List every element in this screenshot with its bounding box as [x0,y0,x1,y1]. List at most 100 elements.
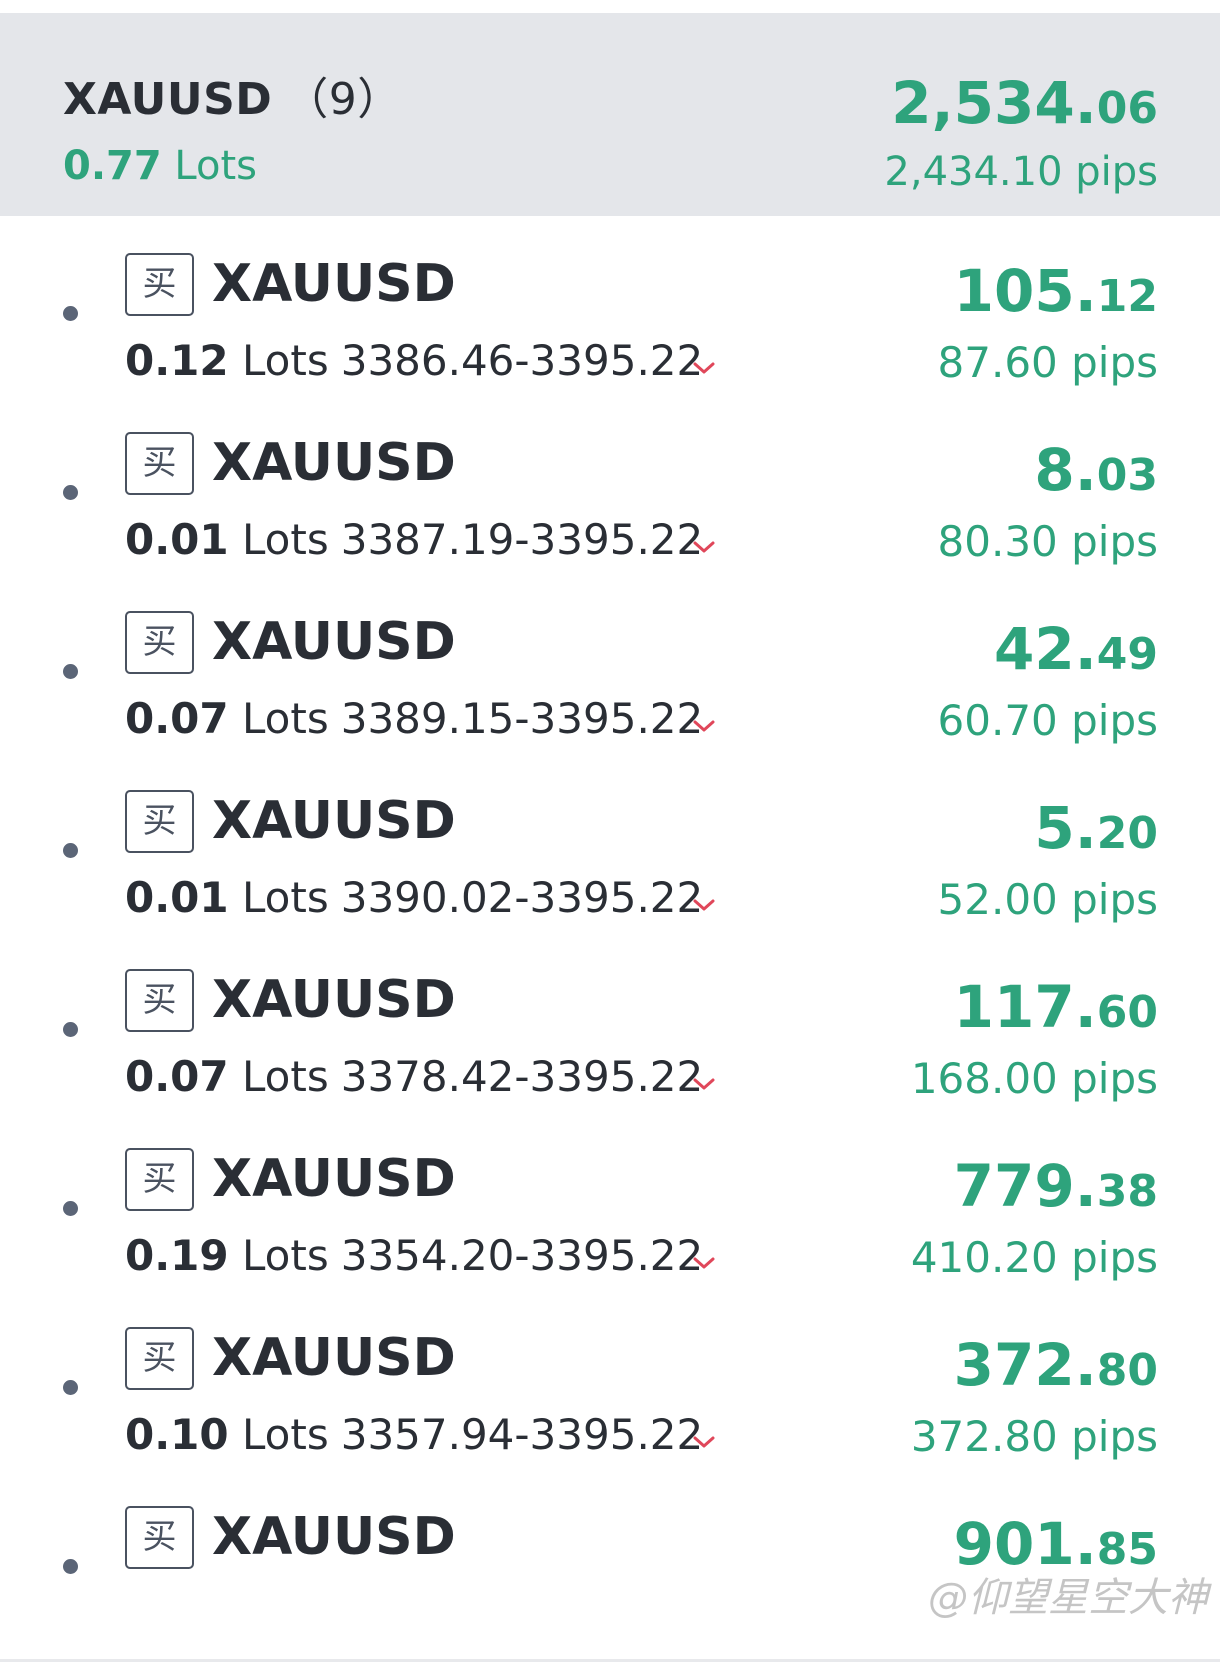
price-range: 3378.42-3395.22 [340,1052,704,1101]
group-profit-dec: 06 [1096,83,1158,134]
position-detail: 0.07 Lots 3378.42-3395.22 [125,1050,703,1104]
position-detail: 0.10 Lots 3357.94-3395.22 [125,1408,703,1462]
position-lots-unit: Lots [242,515,329,564]
bullet-dot [63,1559,78,1574]
bullet-dot [63,664,78,679]
side-badge: 买 [125,1506,194,1569]
chevron-down-icon[interactable] [692,898,716,912]
side-badge: 买 [125,253,194,316]
position-detail: 0.01 Lots 3387.19-3395.22 [125,513,703,567]
position-row[interactable]: 买 XAUUSD 0.10 Lots 3357.94-3395.22 372.80 372… [0,1293,1220,1483]
position-row[interactable]: 买 XAUUSD 0.01 Lots 3390.02-3395.22 5.20 52.00… [0,756,1220,946]
position-detail: 0.07 Lots 3389.15-3395.22 [125,692,703,746]
group-pips: 2,434.10 pips [884,149,1158,195]
position-profit: 117.60 [954,975,1158,1045]
profit-int: 779. [953,1152,1097,1220]
group-lots-value: 0.77 [63,143,162,189]
profit-int: 5. [1034,794,1097,862]
position-lots: 0.10 [125,1410,229,1459]
bullet-dot [63,843,78,858]
price-range: 3357.94-3395.22 [340,1410,704,1459]
position-row[interactable]: 买 XAUUSD 0.01 Lots 3387.19-3395.22 8.03 80.30… [0,398,1220,588]
position-symbol: XAUUSD [212,1328,456,1388]
group-profit-int: 2,534. [891,69,1097,137]
position-profit: 8.03 [1034,438,1158,508]
position-lots: 0.01 [125,873,229,922]
side-badge: 买 [125,432,194,495]
side-badge: 买 [125,1327,194,1390]
chevron-down-icon[interactable] [692,1435,716,1449]
chevron-down-icon[interactable] [692,719,716,733]
position-lots-unit: Lots [242,1052,329,1101]
position-pips: 87.60 pips [937,338,1158,387]
group-lots: 0.77 Lots [63,143,257,189]
positions-screen: XAUUSD （9） 0.77 Lots 2,534.06 2,434.10 pi… [0,0,1220,1662]
position-lots-unit: Lots [242,336,329,385]
symbol-group-header[interactable]: XAUUSD （9） 0.77 Lots 2,534.06 2,434.10 pi… [0,13,1220,216]
price-range: 3389.15-3395.22 [340,694,704,743]
profit-int: 8. [1034,436,1097,504]
chevron-down-icon[interactable] [692,1256,716,1270]
position-symbol: XAUUSD [212,970,456,1030]
group-position-count: （9） [284,74,402,125]
position-lots: 0.19 [125,1231,229,1280]
position-detail: 0.12 Lots 3386.46-3395.22 [125,334,703,388]
price-range: 3354.20-3395.22 [340,1231,704,1280]
profit-dec: 49 [1096,629,1158,680]
chevron-down-icon[interactable] [692,1077,716,1091]
position-pips: 80.30 pips [937,517,1158,566]
bullet-dot [63,1201,78,1216]
position-detail: 0.19 Lots 3354.20-3395.22 [125,1229,703,1283]
profit-int: 105. [953,257,1097,325]
position-symbol: XAUUSD [212,1149,456,1209]
position-profit: 5.20 [1034,796,1158,866]
profit-int: 117. [953,973,1097,1041]
position-row[interactable]: 买 XAUUSD 0.07 Lots 3378.42-3395.22 117.60 168… [0,935,1220,1125]
side-badge: 买 [125,969,194,1032]
profit-dec: 60 [1096,987,1158,1038]
position-lots-unit: Lots [242,873,329,922]
position-symbol: XAUUSD [212,612,456,672]
watermark-text: @仰望星空大神 [928,1575,1208,1621]
chevron-down-icon[interactable] [692,361,716,375]
position-lots-unit: Lots [242,1231,329,1280]
position-profit: 779.38 [954,1154,1158,1224]
profit-dec: 38 [1096,1166,1158,1217]
chevron-down-icon[interactable] [692,540,716,554]
position-pips: 410.20 pips [910,1233,1158,1282]
position-pips: 372.80 pips [910,1412,1158,1461]
group-profit: 2,534.06 [891,69,1158,137]
position-lots: 0.07 [125,1052,229,1101]
position-symbol: XAUUSD [212,254,456,314]
position-lots: 0.07 [125,694,229,743]
profit-int: 42. [994,615,1097,683]
position-symbol: XAUUSD [212,791,456,851]
group-symbol-name: XAUUSD [63,74,273,125]
position-row[interactable]: 买 XAUUSD 0.07 Lots 3389.15-3395.22 42.49 60.7… [0,577,1220,767]
position-row[interactable]: 买 XAUUSD 0.12 Lots 3386.46-3395.22 105.12 87.… [0,219,1220,409]
position-detail: 0.01 Lots 3390.02-3395.22 [125,871,703,925]
position-lots-unit: Lots [242,694,329,743]
position-profit: 372.80 [954,1333,1158,1403]
profit-dec: 12 [1096,271,1158,322]
profit-dec: 80 [1096,1345,1158,1396]
profit-dec: 20 [1096,808,1158,859]
bullet-dot [63,485,78,500]
position-pips: 168.00 pips [910,1054,1158,1103]
bullet-dot [63,306,78,321]
position-symbol: XAUUSD [212,1507,456,1567]
side-badge: 买 [125,611,194,674]
group-symbol: XAUUSD （9） [63,63,402,127]
position-lots: 0.01 [125,515,229,564]
profit-dec: 03 [1096,450,1158,501]
side-badge: 买 [125,1148,194,1211]
position-lots: 0.12 [125,336,229,385]
position-profit: 42.49 [994,617,1158,687]
watermark: @仰望星空大神 [928,1565,1208,1623]
position-symbol: XAUUSD [212,433,456,493]
position-row[interactable]: 买 XAUUSD 0.19 Lots 3354.20-3395.22 779.38 410… [0,1114,1220,1304]
side-badge: 买 [125,790,194,853]
position-lots-unit: Lots [242,1410,329,1459]
bullet-dot [63,1380,78,1395]
profit-int: 372. [953,1331,1097,1399]
